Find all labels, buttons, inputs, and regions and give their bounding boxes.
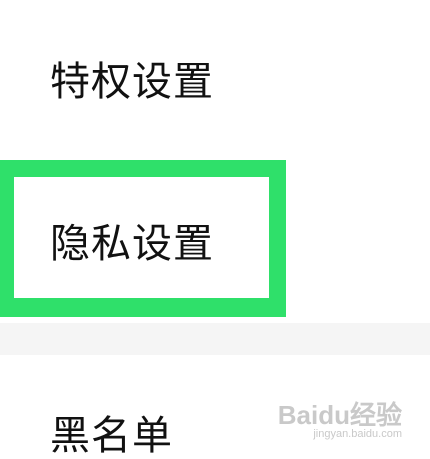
settings-item-label: 黑名单: [50, 413, 173, 459]
settings-item-privacy[interactable]: 隐私设置: [0, 160, 430, 323]
settings-item-blacklist[interactable]: 黑名单: [0, 355, 430, 459]
settings-item-label: 隐私设置: [50, 221, 214, 267]
settings-item-label: 特权设置: [50, 59, 214, 105]
section-divider: [0, 323, 430, 355]
settings-item-privilege[interactable]: 特权设置: [0, 0, 430, 160]
